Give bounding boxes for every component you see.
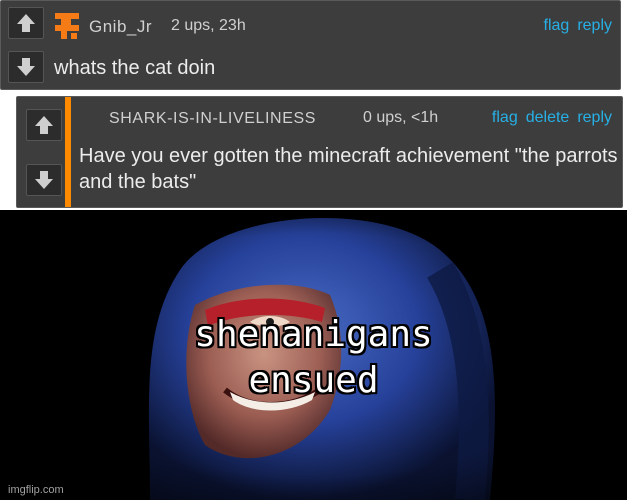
vote-controls — [23, 97, 65, 207]
downvote-arrow-icon — [17, 58, 35, 76]
imgflip-watermark: imgflip.com — [8, 484, 64, 496]
delete-link[interactable]: delete — [526, 109, 570, 127]
upvote-arrow-icon — [35, 115, 53, 134]
comment-reply: SHARK-IS-IN-LIVELINESS 0 ups, <1h flag d… — [16, 96, 623, 208]
reply-link[interactable]: reply — [577, 109, 612, 127]
meme-caption-line-2: ensued — [248, 360, 379, 401]
downvote-button[interactable] — [8, 51, 44, 83]
upvote-button[interactable] — [8, 7, 44, 39]
comment-meta: 2 ups, 23h — [171, 17, 246, 34]
downvote-button[interactable] — [26, 163, 62, 196]
comments-panel: Gnib_Jr 2 ups, 23h flag reply whats the … — [0, 0, 627, 210]
meme-caption-line-1: shenanigans — [194, 314, 433, 355]
vote-controls — [5, 1, 47, 89]
upvote-arrow-icon — [17, 14, 35, 32]
own-comment-highlight-bar — [65, 97, 71, 207]
comment-username[interactable]: SHARK-IS-IN-LIVELINESS — [109, 110, 316, 128]
reply-link[interactable]: reply — [577, 17, 612, 35]
comment-meta: 0 ups, <1h — [363, 109, 439, 126]
comment-username[interactable]: Gnib_Jr — [89, 17, 152, 37]
upvote-button[interactable] — [26, 108, 62, 141]
user-avatar-icon[interactable] — [53, 11, 81, 41]
comment-text: Have you ever gotten the minecraft achie… — [79, 145, 618, 193]
comment-text: whats the cat doin — [54, 57, 216, 79]
comment: Gnib_Jr 2 ups, 23h flag reply whats the … — [0, 0, 621, 90]
comment-actions: flag delete reply — [492, 109, 612, 127]
downvote-arrow-icon — [35, 170, 53, 189]
meme-image: shenanigans ensued imgflip.com — [0, 210, 627, 500]
comment-actions: flag reply — [544, 17, 612, 35]
flag-link[interactable]: flag — [544, 17, 570, 35]
flag-link[interactable]: flag — [492, 109, 518, 127]
